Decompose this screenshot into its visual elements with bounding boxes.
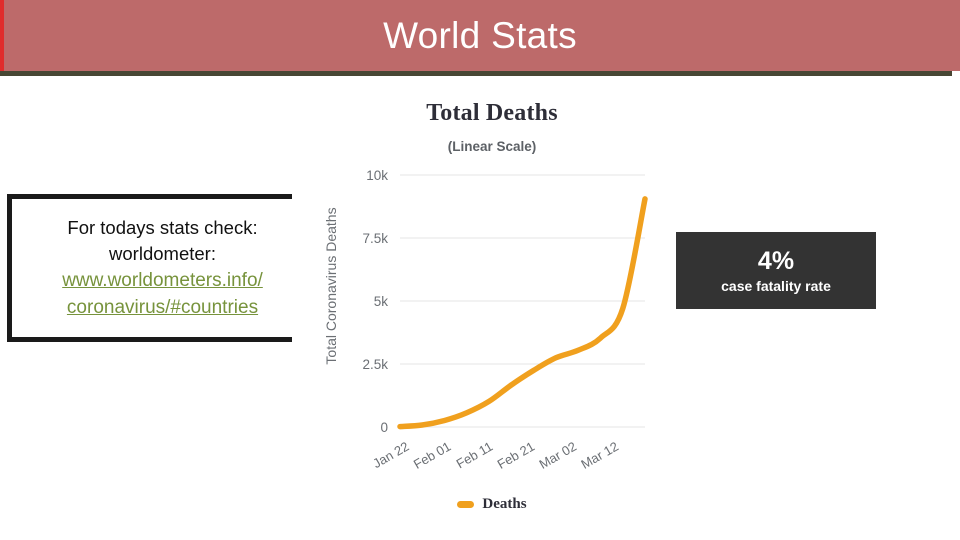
worldometer-info-box: For todays stats check: worldometer: www… [7,194,318,342]
deaths-legend-label: Deaths [482,496,527,512]
case-fatality-rate-box: 4% case fatality rate [676,232,876,309]
svg-text:5k: 5k [374,294,389,309]
deaths-series-line [397,196,648,430]
info-line-2: worldometer: [109,243,216,264]
svg-text:Feb 21: Feb 21 [495,439,538,472]
title-banner: World Stats [0,0,960,71]
worldometer-link-line-2[interactable]: coronavirus/#countries [67,294,258,321]
chart-x-tick-labels: Jan 22 Feb 01 Feb 11 Feb 21 Mar 02 Mar 12 [370,439,621,472]
svg-text:Feb 01: Feb 01 [411,439,454,472]
info-line-1: For todays stats check: [67,217,258,238]
chart-y-tick-labels: 0 2.5k 5k 7.5k 10k [362,168,388,435]
svg-text:0: 0 [380,420,388,435]
chart-plot-area: 02.5k5k7.5k10k Jan 22 Feb 01 Feb 11 Feb 21 M… [362,168,648,472]
svg-text:2.5k: 2.5k [362,357,388,372]
case-fatality-rate-label: case fatality rate [721,277,831,294]
svg-text:Feb 11: Feb 11 [454,439,496,472]
chart-gridlines [400,174,645,428]
svg-text:10k: 10k [366,168,388,183]
total-deaths-chart: Total Deaths (Linear Scale) Total Corona… [292,86,692,534]
banner-divider [0,71,952,76]
svg-text:Mar 12: Mar 12 [578,439,621,472]
page-title: World Stats [383,14,577,56]
svg-text:7.5k: 7.5k [362,231,388,246]
svg-text:Mar 02: Mar 02 [537,439,580,472]
case-fatality-rate-value: 4% [757,246,795,275]
chart-legend: Deaths [292,496,692,513]
svg-text:Jan 22: Jan 22 [370,439,411,472]
worldometer-link-line-1[interactable]: www.worldometers.info/ [62,267,263,294]
deaths-legend-swatch [457,501,475,508]
